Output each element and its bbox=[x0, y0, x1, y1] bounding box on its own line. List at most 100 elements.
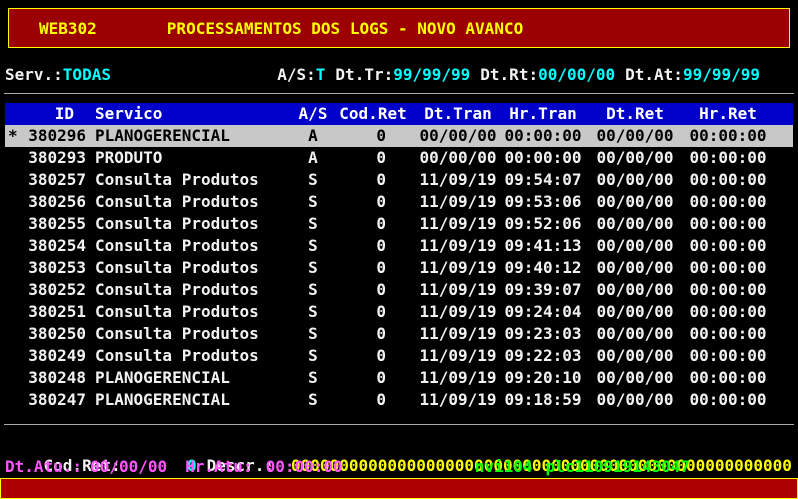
column-header-hr-tran: Hr.Tran bbox=[500, 103, 586, 125]
dt-tr-label: Dt.Tr: bbox=[335, 65, 393, 84]
as-label: A/S: bbox=[277, 65, 316, 84]
cell-dt-tran: 11/09/19 bbox=[416, 169, 500, 191]
cell-as: S bbox=[296, 367, 330, 389]
cell-servico: PLANOGERENCIAL bbox=[86, 389, 296, 411]
cell-marker bbox=[5, 147, 22, 169]
filter-serv: Serv.:TODAS bbox=[5, 65, 111, 84]
cell-cod-ret: 0 bbox=[330, 169, 416, 191]
cell-id: 380249 bbox=[22, 345, 86, 367]
cell-dt-tran: 11/09/19 bbox=[416, 345, 500, 367]
cell-hr-tran: 00:00:00 bbox=[500, 125, 586, 147]
cell-dt-ret: 00/00/00 bbox=[586, 389, 684, 411]
table-row[interactable]: 380293PRODUTOA000/00/0000:00:0000/00/000… bbox=[5, 147, 793, 169]
serv-value-field[interactable]: TODAS bbox=[63, 65, 111, 84]
cell-servico: Consulta Produtos bbox=[86, 235, 296, 257]
cell-hr-ret: 00:00:00 bbox=[684, 367, 772, 389]
cell-hr-tran: 09:52:06 bbox=[500, 213, 586, 235]
cell-as: A bbox=[296, 147, 330, 169]
filter-as: A/S:T bbox=[277, 65, 325, 84]
table-row[interactable]: 380254Consulta ProdutosS011/09/1909:41:1… bbox=[5, 235, 793, 257]
page-title: PROCESSAMENTOS DOS LOGS - NOVO AVANCO bbox=[167, 19, 523, 38]
column-header-cod-ret: Cod.Ret bbox=[330, 103, 416, 125]
table-row[interactable]: 380253Consulta ProdutosS011/09/1909:40:1… bbox=[5, 257, 793, 279]
cell-cod-ret: 0 bbox=[330, 257, 416, 279]
cell-cod-ret: 0 bbox=[330, 125, 416, 147]
column-header-dt-tran: Dt.Tran bbox=[416, 103, 500, 125]
app-code: WEB302 bbox=[39, 19, 97, 38]
cell-id: 380250 bbox=[22, 323, 86, 345]
cell-marker bbox=[5, 235, 22, 257]
table-row[interactable]: *380296PLANOGERENCIALA000/00/0000:00:000… bbox=[5, 125, 793, 147]
table-row[interactable]: 380250Consulta ProdutosS011/09/1909:23:0… bbox=[5, 323, 793, 345]
cell-cod-ret: 0 bbox=[330, 191, 416, 213]
cell-marker bbox=[5, 323, 22, 345]
table-row[interactable]: 380249Consulta ProdutosS011/09/1909:22:0… bbox=[5, 345, 793, 367]
cell-hr-ret: 00:00:00 bbox=[684, 345, 772, 367]
title-bar: WEB302 PROCESSAMENTOS DOS LOGS - NOVO AV… bbox=[8, 8, 790, 48]
cell-cod-ret: 0 bbox=[330, 345, 416, 367]
cell-marker bbox=[5, 257, 22, 279]
cell-dt-tran: 11/09/19 bbox=[416, 257, 500, 279]
cell-servico: Consulta Produtos bbox=[86, 169, 296, 191]
cell-hr-ret: 00:00:00 bbox=[684, 301, 772, 323]
cell-id: 380296 bbox=[22, 125, 86, 147]
cell-id: 380253 bbox=[22, 257, 86, 279]
table-row[interactable]: 380256Consulta ProdutosS011/09/1909:53:0… bbox=[5, 191, 793, 213]
table-row[interactable]: 380255Consulta ProdutosS011/09/1909:52:0… bbox=[5, 213, 793, 235]
table-row[interactable]: 380252Consulta ProdutosS011/09/1909:39:0… bbox=[5, 279, 793, 301]
cell-dt-ret: 00/00/00 bbox=[586, 191, 684, 213]
cell-dt-ret: 00/00/00 bbox=[586, 345, 684, 367]
hr-atu-label: Hr.Atu: bbox=[185, 456, 252, 478]
cell-dt-tran: 11/09/19 bbox=[416, 367, 500, 389]
table-row[interactable]: 380251Consulta ProdutosS011/09/1909:24:0… bbox=[5, 301, 793, 323]
cell-dt-ret: 00/00/00 bbox=[586, 257, 684, 279]
cell-id: 380254 bbox=[22, 235, 86, 257]
serv-label: Serv.: bbox=[5, 65, 63, 84]
dt-at-value-field[interactable]: 99/99/99 bbox=[683, 65, 760, 84]
cell-dt-ret: 00/00/00 bbox=[586, 367, 684, 389]
cell-as: S bbox=[296, 301, 330, 323]
as-value-field[interactable]: T bbox=[316, 65, 326, 84]
cell-marker bbox=[5, 279, 22, 301]
cell-hr-ret: 00:00:00 bbox=[684, 279, 772, 301]
cell-hr-ret: 00:00:00 bbox=[684, 389, 772, 411]
table-row[interactable]: 380247PLANOGERENCIALS011/09/1909:18:5900… bbox=[5, 389, 793, 411]
table-row[interactable]: 380248PLANOGERENCIALS011/09/1909:20:1000… bbox=[5, 367, 793, 389]
cell-as: S bbox=[296, 213, 330, 235]
dt-atu-label: Dt.Atu.: bbox=[5, 456, 82, 478]
cell-hr-tran: 09:20:10 bbox=[500, 367, 586, 389]
cell-hr-ret: 00:00:00 bbox=[684, 169, 772, 191]
cell-hr-tran: 00:00:00 bbox=[500, 147, 586, 169]
divider-top bbox=[4, 93, 794, 94]
cell-dt-tran: 11/09/19 bbox=[416, 389, 500, 411]
cell-dt-ret: 00/00/00 bbox=[586, 125, 684, 147]
cell-servico: PLANOGERENCIAL bbox=[86, 125, 296, 147]
cell-hr-tran: 09:53:06 bbox=[500, 191, 586, 213]
cell-hr-tran: 09:54:07 bbox=[500, 169, 586, 191]
column-header-hr-ret: Hr.Ret bbox=[684, 103, 772, 125]
hr-atu-value: 00:00:00 bbox=[266, 456, 343, 478]
cell-hr-tran: 09:22:03 bbox=[500, 345, 586, 367]
table-row[interactable]: 380257Consulta ProdutosS011/09/1909:54:0… bbox=[5, 169, 793, 191]
cell-dt-tran: 00/00/00 bbox=[416, 125, 500, 147]
cell-servico: Consulta Produtos bbox=[86, 213, 296, 235]
cell-id: 380257 bbox=[22, 169, 86, 191]
cell-servico: PLANOGERENCIAL bbox=[86, 367, 296, 389]
table-body: *380296PLANOGERENCIALA000/00/0000:00:000… bbox=[5, 125, 793, 411]
cell-servico: Consulta Produtos bbox=[86, 191, 296, 213]
filter-dt-tr: Dt.Tr:99/99/99 bbox=[335, 65, 470, 84]
column-header-as: A/S bbox=[296, 103, 330, 125]
cell-dt-ret: 00/00/00 bbox=[586, 279, 684, 301]
cell-cod-ret: 0 bbox=[330, 147, 416, 169]
dt-tr-value-field[interactable]: 99/99/99 bbox=[393, 65, 470, 84]
filter-dt-rt: Dt.Rt:00/00/00 bbox=[480, 65, 615, 84]
cell-dt-ret: 00/00/00 bbox=[586, 213, 684, 235]
column-header-servico: Servico bbox=[86, 103, 296, 125]
dt-atu-value: 00/00/00 bbox=[90, 456, 167, 478]
divider-bottom bbox=[4, 424, 794, 425]
cell-as: S bbox=[296, 257, 330, 279]
log-table: ID Servico A/S Cod.Ret Dt.Tran Hr.Tran D… bbox=[5, 103, 793, 411]
dt-rt-value-field[interactable]: 00/00/00 bbox=[538, 65, 615, 84]
cell-cod-ret: 0 bbox=[330, 367, 416, 389]
cell-servico: Consulta Produtos bbox=[86, 257, 296, 279]
